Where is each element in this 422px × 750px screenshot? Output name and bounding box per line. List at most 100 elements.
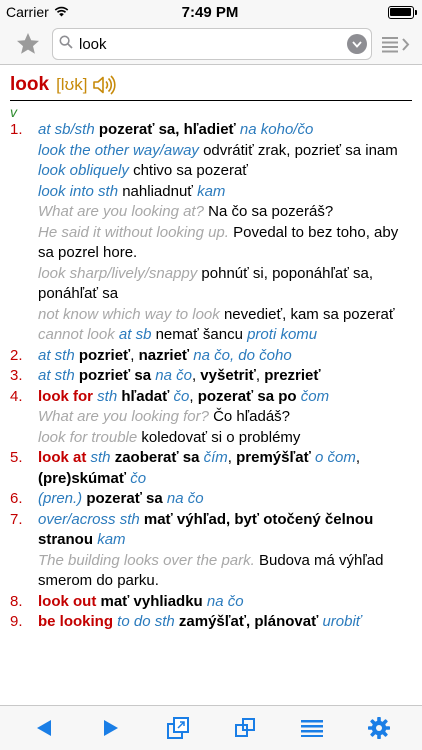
- sense-fragment: nemať šancu: [155, 326, 248, 343]
- sense-fragment[interactable]: over/across sth: [38, 511, 144, 528]
- sense-fragment[interactable]: na čo: [155, 367, 192, 384]
- search-icon: [59, 34, 73, 54]
- sense-fragment[interactable]: be looking: [38, 613, 117, 630]
- status-time: 7:49 PM: [181, 3, 239, 21]
- sense-fragment[interactable]: čo: [174, 388, 190, 405]
- sense-fragment: ,: [227, 449, 237, 466]
- speaker-icon[interactable]: [92, 75, 116, 95]
- sense-fragment: pozrieť sa: [78, 367, 156, 384]
- sense-line: What are you looking at? Na čo sa pozerá…: [38, 202, 412, 223]
- sense-fragment[interactable]: at sth: [38, 347, 79, 364]
- sense-fragment[interactable]: na čo, do čoho: [193, 347, 291, 364]
- sense-fragment: chtivo sa pozerať: [133, 162, 248, 179]
- sense-fragment: He said it without looking up.: [38, 223, 234, 241]
- star-icon[interactable]: [14, 30, 42, 58]
- sense-fragment[interactable]: look at: [38, 449, 91, 466]
- sense-fragment: look for trouble: [38, 428, 142, 446]
- sense-fragment[interactable]: look obliquely: [38, 162, 133, 179]
- sense-fragment[interactable]: proti komu: [247, 326, 317, 343]
- sense-fragment[interactable]: look into sth: [38, 183, 122, 200]
- sense-line: look for trouble koledovať si o problémy: [38, 428, 412, 449]
- sense-line: over/across sth mať výhľad, byť otočený …: [38, 510, 412, 551]
- sense-body: look for sth hľadať čo, pozerať sa po čo…: [38, 387, 412, 449]
- sense-fragment[interactable]: kam: [197, 183, 225, 200]
- sense-fragment[interactable]: look for: [38, 388, 97, 405]
- sense-number: 1.: [10, 121, 23, 138]
- sense-line: look out mať vyhliadku na čo: [38, 592, 412, 613]
- sense-fragment[interactable]: na čo: [207, 593, 244, 610]
- sense-6: 6. (pren.) pozerať sa na čo: [10, 489, 412, 510]
- sense-body: (pren.) pozerať sa na čo: [38, 489, 412, 510]
- sense-fragment[interactable]: kam: [97, 531, 125, 548]
- sense-fragment[interactable]: sth: [97, 388, 121, 405]
- sense-fragment[interactable]: urobiť: [322, 613, 361, 630]
- sense-fragment[interactable]: na čo: [167, 490, 204, 507]
- sense-line: at sth pozrieť, nazrieť na čo, do čoho: [38, 346, 412, 367]
- sense-fragment: koledovať si o problémy: [141, 428, 301, 446]
- sense-fragment[interactable]: čom: [301, 388, 329, 405]
- sense-line: not know which way to look nevedieť, kam…: [38, 305, 412, 326]
- sense-fragment[interactable]: na koho/čo: [240, 121, 313, 138]
- carrier-label: Carrier: [6, 4, 49, 20]
- back-arrow-icon[interactable]: [24, 708, 64, 748]
- sense-7: 7. over/across sth mať výhľad, byť otočen…: [10, 510, 412, 592]
- sense-fragment: nahliadnuť: [122, 182, 198, 200]
- sense-line: What are you looking for? Čo hľadáš?: [38, 407, 412, 428]
- sense-2: 2. at sth pozrieť, nazrieť na čo, do čoho: [10, 346, 412, 367]
- sense-fragment: nevedieť, kam sa pozerať: [223, 305, 395, 323]
- sense-fragment: look sharp/lively/snappy: [38, 264, 202, 282]
- sense-fragment[interactable]: look out: [38, 593, 101, 610]
- sense-3: 3. at sth pozrieť sa na čo, vyšetriť, pre…: [10, 366, 412, 387]
- sense-line: at sb/sth pozerať sa, hľadieť na koho/čo: [38, 120, 412, 141]
- sense-line: look at sth zaoberať sa čím, premýšľať o…: [38, 448, 412, 489]
- sense-fragment: Na čo sa pozeráš?: [208, 203, 334, 220]
- sense-fragment[interactable]: at sb/sth: [38, 121, 99, 138]
- sense-line: look into sth nahliadnuť kam: [38, 182, 412, 203]
- window-icon[interactable]: [158, 708, 198, 748]
- sense-number: 9.: [10, 613, 23, 630]
- sense-body: look at sth zaoberať sa čím, premýšľať o…: [38, 448, 412, 489]
- sense-line: The building looks over the park. Budova…: [38, 551, 412, 592]
- sense-fragment: zaoberať sa: [114, 449, 204, 466]
- copy-icon[interactable]: [225, 708, 265, 748]
- sense-fragment[interactable]: at sth: [38, 367, 79, 384]
- part-of-speech: v: [10, 104, 17, 120]
- list-view-icon[interactable]: [380, 30, 414, 58]
- status-left: Carrier: [6, 4, 126, 20]
- status-right: [294, 5, 417, 19]
- sense-fragment[interactable]: at sb: [119, 326, 156, 343]
- sense-4: 4. look for sth hľadať čo, pozerať sa po …: [10, 387, 412, 449]
- sense-body: be looking to do sth zamýšľať, plánovať …: [38, 612, 412, 633]
- sense-fragment[interactable]: čo: [130, 470, 146, 487]
- sense-fragment: hľadať: [121, 387, 174, 405]
- sense-fragment[interactable]: look the other way/away: [38, 142, 203, 159]
- sense-line: look for sth hľadať čo, pozerať sa po čo…: [38, 387, 412, 408]
- chevron-down-icon[interactable]: [347, 34, 367, 54]
- sense-8: 8. look out mať vyhliadku na čo: [10, 592, 412, 613]
- search-input[interactable]: [73, 35, 347, 53]
- sense-line: look sharp/lively/snappy pohnúť si, popo…: [38, 264, 412, 305]
- sense-fragment: zamýšľať, plánovať: [178, 613, 323, 630]
- sense-fragment[interactable]: (pren.): [38, 490, 86, 507]
- sense-fragment[interactable]: čím: [204, 449, 228, 466]
- sense-fragment[interactable]: sth: [91, 449, 115, 466]
- sense-fragment[interactable]: o čom: [315, 449, 356, 466]
- sense-fragment: ,: [189, 387, 198, 405]
- sense-body: at sb/sth pozerať sa, hľadieť na koho/čo…: [38, 120, 412, 346]
- sense-fragment: pozerať sa, hľadieť: [98, 121, 240, 138]
- menu-icon[interactable]: [292, 708, 332, 748]
- forward-arrow-icon[interactable]: [91, 708, 131, 748]
- sense-line: He said it without looking up. Povedal t…: [38, 223, 412, 264]
- sense-fragment: odvrátiť zrak, pozrieť sa inam: [203, 141, 398, 159]
- wifi-icon: [54, 4, 69, 20]
- pronunciation: [lʊk]: [56, 75, 88, 94]
- search-box[interactable]: [52, 28, 372, 60]
- gear-icon[interactable]: [359, 708, 399, 748]
- sense-fragment[interactable]: to do sth: [117, 613, 179, 630]
- senses-list: 1. at sb/sth pozerať sa, hľadieť na koho/…: [10, 120, 412, 633]
- headword-row: look [lʊk]: [10, 74, 412, 101]
- sense-9: 9. be looking to do sth zamýšľať, plánova…: [10, 612, 412, 633]
- sense-fragment: pozerať sa po: [197, 387, 301, 405]
- sense-line: look the other way/away odvrátiť zrak, p…: [38, 141, 412, 162]
- sense-body: look out mať vyhliadku na čo: [38, 592, 412, 613]
